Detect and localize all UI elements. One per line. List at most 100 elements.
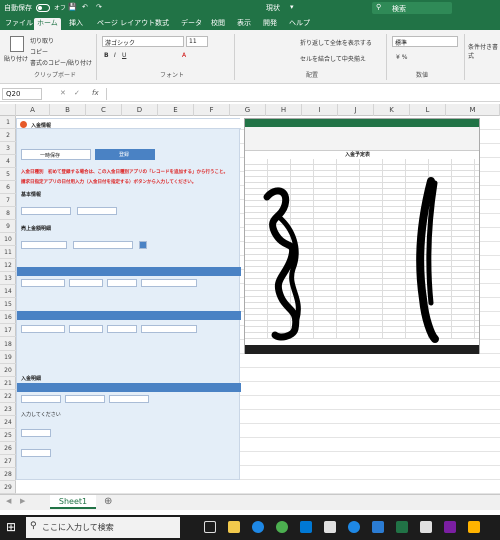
chrome-icon[interactable] bbox=[276, 521, 288, 533]
row-header[interactable]: 4 bbox=[0, 155, 16, 169]
column-header[interactable]: J bbox=[338, 104, 374, 116]
row-header[interactable]: 28 bbox=[0, 468, 16, 481]
paste-button[interactable]: 貼り付け bbox=[4, 54, 28, 63]
edge-icon[interactable] bbox=[252, 521, 264, 533]
wrap-text-button[interactable]: 折り返して全体を表示する bbox=[300, 38, 372, 47]
row-header[interactable]: 6 bbox=[0, 181, 16, 195]
pasted-excel-screenshot[interactable]: 入金予定表 bbox=[244, 118, 480, 354]
tab-insert[interactable]: 挿入 bbox=[66, 18, 86, 28]
row-header[interactable]: 2 bbox=[0, 129, 16, 143]
bold-icon[interactable]: B bbox=[104, 52, 109, 59]
tab-home[interactable]: ホーム bbox=[34, 18, 61, 30]
mail-icon[interactable] bbox=[300, 521, 312, 533]
tab-review[interactable]: 校閲 bbox=[208, 18, 228, 28]
copy-button[interactable]: コピー bbox=[30, 47, 48, 56]
cancel-icon[interactable]: ✕ bbox=[60, 89, 66, 97]
ie-icon[interactable] bbox=[348, 521, 360, 533]
row-header[interactable]: 11 bbox=[0, 246, 16, 260]
tab-file[interactable]: ファイル bbox=[2, 18, 36, 28]
row-header[interactable]: 8 bbox=[0, 207, 16, 221]
pasted-form-screenshot[interactable]: 入金情報 一時保存 登録 入金日種別 初めて登録する場合は、この入金日種別アプリ… bbox=[16, 118, 241, 480]
row-header[interactable]: 13 bbox=[0, 272, 16, 286]
teams-icon[interactable] bbox=[444, 521, 456, 533]
column-header[interactable]: D bbox=[122, 104, 158, 116]
font-color-icon[interactable]: A bbox=[182, 52, 186, 59]
column-header[interactable]: G bbox=[230, 104, 266, 116]
row-header[interactable]: 21 bbox=[0, 377, 16, 390]
column-header[interactable]: I bbox=[302, 104, 338, 116]
font-name-select[interactable]: 游ゴシック bbox=[102, 36, 184, 47]
taskbar-search-box[interactable]: ⚲ ここに入力して検索 bbox=[26, 517, 180, 538]
column-header[interactable]: B bbox=[50, 104, 86, 116]
column-header[interactable]: C bbox=[86, 104, 122, 116]
conditional-format-button[interactable]: 条件付き書式 bbox=[468, 42, 498, 60]
row-header[interactable]: 20 bbox=[0, 364, 16, 377]
next-sheet-icon[interactable]: ▶ bbox=[20, 497, 25, 505]
column-header[interactable]: E bbox=[158, 104, 194, 116]
tab-developer[interactable]: 開発 bbox=[260, 18, 280, 28]
row-header[interactable]: 3 bbox=[0, 142, 16, 156]
column-header[interactable]: M bbox=[446, 104, 500, 116]
tab-formulas[interactable]: 数式 bbox=[152, 18, 172, 28]
row-header[interactable]: 22 bbox=[0, 390, 16, 403]
tab-help[interactable]: ヘルプ bbox=[286, 18, 313, 28]
column-header[interactable]: A bbox=[16, 104, 50, 116]
column-header[interactable]: K bbox=[374, 104, 410, 116]
column-header[interactable]: H bbox=[266, 104, 302, 116]
row-header[interactable]: 23 bbox=[0, 403, 16, 416]
confirm-icon[interactable]: ✓ bbox=[74, 89, 80, 97]
row-header[interactable]: 7 bbox=[0, 194, 16, 208]
column-header[interactable]: L bbox=[410, 104, 446, 116]
excel-icon[interactable] bbox=[396, 521, 408, 533]
row-header[interactable]: 27 bbox=[0, 455, 16, 468]
snip-icon[interactable] bbox=[420, 521, 432, 533]
save-icon[interactable]: 💾 bbox=[68, 3, 77, 11]
font-size-select[interactable]: 11 bbox=[186, 36, 208, 47]
row-header[interactable]: 25 bbox=[0, 429, 16, 442]
chevron-down-icon[interactable]: ▾ bbox=[290, 3, 294, 11]
row-header[interactable]: 16 bbox=[0, 311, 16, 325]
formula-input[interactable] bbox=[106, 88, 496, 100]
prev-sheet-icon[interactable]: ◀ bbox=[6, 497, 11, 505]
explorer-icon[interactable] bbox=[228, 521, 240, 533]
number-format-select[interactable]: 標準 bbox=[392, 36, 458, 47]
autosave-toggle[interactable] bbox=[36, 4, 50, 12]
format-painter-button[interactable]: 書式のコピー/貼り付け bbox=[30, 58, 92, 67]
row-header[interactable]: 14 bbox=[0, 285, 16, 299]
tab-data[interactable]: データ bbox=[178, 18, 205, 28]
row-header[interactable]: 5 bbox=[0, 168, 16, 182]
add-sheet-icon[interactable]: ⊕ bbox=[104, 496, 112, 507]
row-header[interactable]: 29 bbox=[0, 481, 16, 494]
row-header[interactable]: 24 bbox=[0, 416, 16, 429]
sticky-notes-icon[interactable] bbox=[468, 521, 480, 533]
row-header[interactable]: 26 bbox=[0, 442, 16, 455]
title-search-box[interactable]: ⚲ 検索 bbox=[372, 2, 452, 14]
sheet-tab[interactable]: Sheet1 bbox=[50, 495, 96, 509]
column-header[interactable]: F bbox=[194, 104, 230, 116]
row-header[interactable]: 1 bbox=[0, 116, 16, 129]
italic-icon[interactable]: I bbox=[114, 52, 116, 59]
undo-icon[interactable]: ↶ bbox=[82, 3, 88, 11]
row-header[interactable]: 15 bbox=[0, 298, 16, 312]
paste-icon[interactable] bbox=[10, 36, 24, 52]
row-header[interactable]: 17 bbox=[0, 324, 16, 338]
cut-button[interactable]: 切り取り bbox=[30, 36, 54, 45]
tab-view[interactable]: 表示 bbox=[234, 18, 254, 28]
underline-icon[interactable]: U bbox=[122, 52, 126, 59]
merge-center-button[interactable]: セルを結合して中央揃え bbox=[300, 54, 366, 63]
store-icon[interactable] bbox=[324, 521, 336, 533]
row-header[interactable]: 18 bbox=[0, 338, 16, 351]
windows-start-icon[interactable]: ⊞ bbox=[6, 520, 16, 534]
row-header[interactable]: 19 bbox=[0, 351, 16, 364]
tab-page-layout[interactable]: ページ レイアウト bbox=[94, 18, 158, 28]
name-box[interactable]: Q20 bbox=[2, 88, 42, 100]
row-header[interactable]: 12 bbox=[0, 259, 16, 273]
insert-function-icon[interactable]: fx bbox=[92, 89, 99, 97]
word-icon[interactable] bbox=[372, 521, 384, 533]
row-header[interactable]: 9 bbox=[0, 220, 16, 234]
task-view-icon[interactable] bbox=[204, 521, 216, 533]
select-all-corner[interactable] bbox=[0, 104, 16, 116]
row-header[interactable]: 10 bbox=[0, 233, 16, 247]
currency-icon[interactable]: ¥ % bbox=[396, 54, 407, 61]
redo-icon[interactable]: ↷ bbox=[96, 3, 102, 11]
